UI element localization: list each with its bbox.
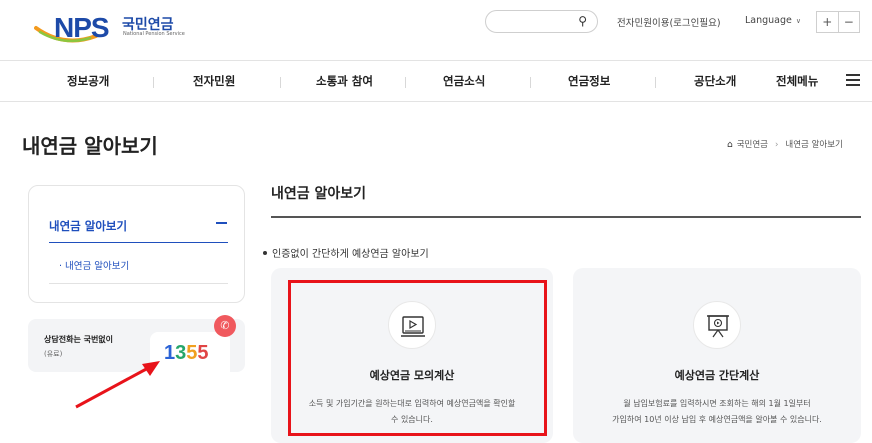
card-description-line: 가입하여 10년 이상 납입 후 예상연금액을 알아볼 수 있습니다. — [612, 415, 822, 424]
zoom-out-button[interactable]: − — [837, 12, 860, 32]
nav-item-e-service[interactable]: 전자민원 — [193, 73, 235, 89]
site-header: NPS 국민연금 National Pension Service ⚲ 전자민원… — [0, 0, 872, 52]
breadcrumb-chevron-icon: › — [775, 140, 779, 150]
nav-item-communication[interactable]: 소통과 참여 — [316, 73, 373, 89]
call-fee-note: (유료) — [44, 350, 63, 358]
card-description-line: 월 납입보험료를 입력하시면 조회하는 해의 1월 1일부터 — [623, 399, 811, 408]
nav-divider — [655, 77, 656, 88]
red-highlight-box — [288, 280, 547, 436]
search-icon[interactable]: ⚲ — [578, 14, 587, 28]
red-arrow-annotation — [75, 361, 160, 409]
language-label: Language — [745, 15, 792, 26]
home-icon[interactable]: ⌂ — [727, 140, 733, 150]
chevron-down-icon: ∨ — [795, 17, 802, 25]
nav-divider — [530, 77, 531, 88]
bullet-icon — [263, 251, 267, 255]
main-navigation: 정보공개 전자민원 소통과 참여 연금소식 연금정보 공단소개 전체메뉴 — [0, 60, 872, 102]
sidebar-menu: 내연금 알아보기 · 내연금 알아보기 — [28, 185, 245, 303]
call-digit: 3 — [175, 342, 187, 364]
logo-english: National Pension Service — [123, 31, 185, 37]
call-digit: 5 — [197, 342, 209, 364]
nav-item-pension-info[interactable]: 연금정보 — [568, 73, 610, 89]
hamburger-menu-icon[interactable] — [846, 74, 860, 86]
call-label: 상담전화는 국번없이 — [44, 335, 114, 344]
nav-item-info-disclosure[interactable]: 정보공개 — [67, 73, 109, 89]
call-digit: 5 — [186, 342, 198, 364]
section-subtitle-text: 인증없이 간단하게 예상연금 알아보기 — [272, 249, 429, 260]
content-title-rule — [271, 216, 861, 218]
page-title: 내연금 알아보기 — [22, 134, 158, 158]
nav-item-about[interactable]: 공단소개 — [694, 73, 736, 89]
section-subtitle: 인증없이 간단하게 예상연금 알아보기 — [263, 245, 429, 260]
sidebar-divider — [49, 242, 228, 243]
logo-text: NPS — [54, 12, 110, 43]
breadcrumb-item[interactable]: 국민연금 — [737, 140, 768, 150]
nav-divider — [405, 77, 406, 88]
sidebar-item-my-pension[interactable]: 내연금 알아보기 — [49, 218, 127, 234]
search-input[interactable]: ⚲ — [485, 10, 598, 33]
presentation-screen-icon — [693, 301, 741, 349]
nav-full-menu[interactable]: 전체메뉴 — [776, 73, 818, 89]
nav-item-pension-news[interactable]: 연금소식 — [443, 73, 485, 89]
card-title: 예상연금 간단계산 — [674, 369, 760, 382]
breadcrumb-item[interactable]: 내연금 알아보기 — [785, 140, 842, 150]
breadcrumb: ⌂ 국민연금 › 내연금 알아보기 — [727, 138, 843, 150]
simple-calculation-card[interactable]: 예상연금 간단계산 월 납입보험료를 입력하시면 조회하는 해의 1월 1일부터… — [573, 268, 861, 443]
nps-logo[interactable]: NPS 국민연금 National Pension Service — [34, 10, 185, 44]
sidebar-divider — [49, 283, 228, 284]
card-description: 월 납입보험료를 입력하시면 조회하는 해의 1월 1일부터가입하여 10년 이… — [573, 396, 861, 428]
zoom-controls: + − — [816, 11, 860, 33]
phone-icon: ✆ — [214, 315, 236, 337]
nav-divider — [280, 77, 281, 88]
language-select[interactable]: Language ∨ — [745, 15, 801, 26]
sidebar-subitem-my-pension[interactable]: · 내연금 알아보기 — [59, 258, 129, 272]
e-service-link[interactable]: 전자민원이용(로그인필요) — [617, 15, 721, 29]
content-title: 내연금 알아보기 — [271, 186, 367, 202]
collapse-icon[interactable] — [216, 222, 227, 224]
call-number: 1355 — [164, 342, 209, 365]
nav-divider — [153, 77, 154, 88]
zoom-in-button[interactable]: + — [817, 12, 838, 32]
